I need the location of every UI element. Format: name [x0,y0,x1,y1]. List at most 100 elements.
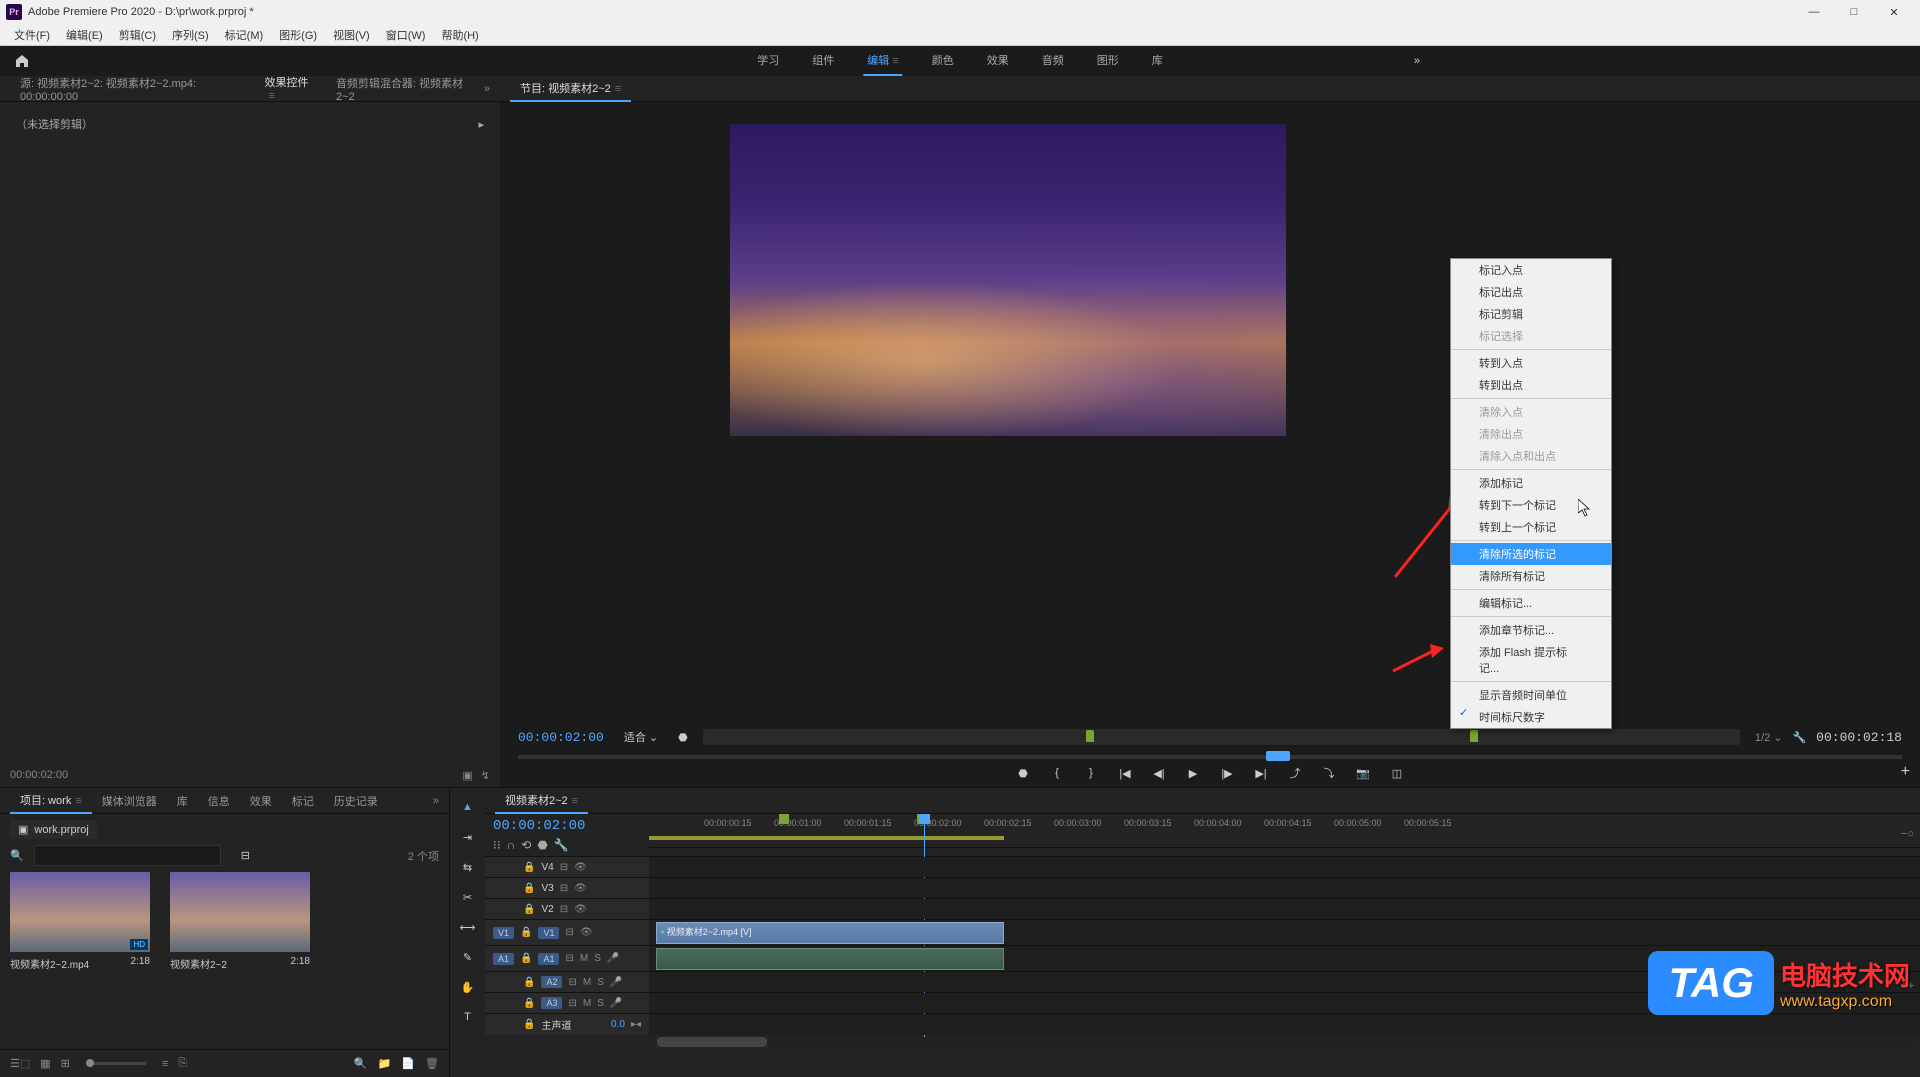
workspace-tab[interactable]: 音频 [1038,46,1068,76]
track-label[interactable]: A3 [541,997,562,1009]
add-button[interactable]: + [1901,763,1910,781]
type-tool[interactable]: T [457,1006,479,1028]
mute-icon[interactable]: M [583,977,591,988]
lock-icon[interactable]: 🔒 [523,977,535,988]
media-item[interactable]: HD视频素材2~2.mp42:18 [10,872,150,971]
timeline-timecode[interactable]: 00:00:02:00 [493,818,641,834]
context-menu-item[interactable]: 标记剪辑 [1451,303,1611,325]
program-scrubber[interactable] [518,755,1902,759]
link-icon[interactable]: ⟲ [521,838,531,852]
scrubber-handle[interactable] [1266,751,1290,761]
eye-icon[interactable]: 👁 [574,883,587,894]
go-to-in-button[interactable]: |◀ [1115,763,1135,783]
lock-icon[interactable]: 🔒 [520,927,532,938]
context-menu-item[interactable]: 标记出点 [1451,281,1611,303]
extract-button[interactable]: ⤵ [1319,763,1339,783]
delete-icon[interactable]: 🗑 [425,1057,439,1070]
context-menu-item[interactable]: 清除所选的标记 [1451,543,1611,565]
project-tab[interactable]: 历史记录 [324,789,388,813]
track-target[interactable]: A1 [493,953,514,965]
comparison-button[interactable]: ◫ [1387,763,1407,783]
video-clip[interactable]: ▪ 视频素材2~2.mp4 [V] [656,922,1004,944]
thumbnail-slider[interactable] [86,1062,146,1065]
marker-track-icon[interactable]: ⬣ [537,838,547,852]
go-to-out-button[interactable]: ▶| [1251,763,1271,783]
close-button[interactable]: ✕ [1874,0,1914,24]
workspace-tab[interactable]: 组件 [808,46,838,76]
track-label[interactable]: A1 [538,953,559,965]
lock-icon[interactable]: 🔒 [523,904,535,915]
project-tab[interactable]: 标记 [282,789,324,813]
mark-out-button[interactable]: } [1081,763,1101,783]
timeline-ruler[interactable]: 00:00:00:1500:00:01:0000:00:01:1500:00:0… [649,814,1920,848]
workspace-tab[interactable]: 效果 [983,46,1013,76]
settings-icon[interactable]: 🔧 [554,838,569,852]
step-forward-button[interactable]: |▶ [1217,763,1237,783]
pen-tool[interactable]: ✎ [457,946,479,968]
sync-lock-icon[interactable]: ⊟ [565,927,573,938]
sort-icon[interactable]: ≡ [162,1058,168,1070]
project-file[interactable]: ▣ work.prproj [10,820,97,839]
master-value[interactable]: 0.0 [611,1019,625,1030]
lock-icon[interactable]: 🔒 [520,953,532,964]
menu-item[interactable]: 标记(M) [217,25,272,45]
new-item-icon[interactable]: 📄 [401,1057,415,1070]
sync-lock-icon[interactable]: ⊟ [568,998,576,1009]
tab-program[interactable]: 节目: 视频素材2~2≡ [510,76,631,102]
panel-overflow[interactable]: » [433,795,439,807]
context-menu-item[interactable]: 标记入点 [1451,259,1611,281]
menu-item[interactable]: 窗口(W) [378,25,434,45]
sync-lock-icon[interactable]: ⊟ [565,953,573,964]
menu-item[interactable]: 图形(G) [271,25,325,45]
razor-tool[interactable]: ✂ [457,886,479,908]
sync-lock-icon[interactable]: ⊟ [560,883,568,894]
bin-icon[interactable]: ⊟ [241,849,250,862]
wrench-icon[interactable]: 🔧 [1792,731,1806,744]
overlay-icon[interactable]: ▣ [462,769,472,782]
program-timecode-right[interactable]: 00:00:02:18 [1816,730,1902,745]
wrench-icon[interactable]: ↯ [481,769,490,782]
automate-icon[interactable]: ⎘ [178,1057,187,1070]
audio-clip[interactable] [656,948,1004,970]
project-tab[interactable]: 媒体浏览器 [92,789,167,813]
context-menu-item[interactable]: 显示音频时间单位 [1451,684,1611,706]
project-tab[interactable]: 效果 [240,789,282,813]
context-menu-item[interactable]: 转到下一个标记 [1451,494,1611,516]
workspace-tab[interactable]: 图形 [1093,46,1123,76]
context-menu-item[interactable]: 转到入点 [1451,352,1611,374]
snap-icon[interactable]: ⁝⁝ [493,838,501,852]
voice-icon[interactable]: 🎤 [607,953,619,964]
workspace-tab[interactable]: 学习 [753,46,783,76]
program-marker-bar[interactable] [703,729,1740,745]
track-target[interactable]: V1 [493,927,514,939]
context-menu-item[interactable]: 清除所有标记 [1451,565,1611,587]
icon-view-icon[interactable]: ▦ [40,1057,50,1070]
maximize-button[interactable]: □ [1834,0,1874,24]
menu-item[interactable]: 文件(F) [6,25,58,45]
list-view-icon[interactable]: ☰⬚ [10,1057,30,1070]
home-icon[interactable] [10,49,34,73]
eye-icon[interactable]: 👁 [574,862,587,873]
search-icon[interactable]: 🔍 [10,849,24,862]
timeline-scrollbar[interactable] [657,1037,1912,1047]
voice-icon[interactable]: 🎤 [610,977,622,988]
step-back-button[interactable]: ◀| [1149,763,1169,783]
sync-lock-icon[interactable]: ⊟ [568,977,576,988]
context-menu-item[interactable]: 转到上一个标记 [1451,516,1611,538]
menu-item[interactable]: 视图(V) [325,25,378,45]
chevron-right-icon[interactable]: ▸ [478,118,484,131]
menu-item[interactable]: 帮助(H) [433,25,486,45]
tab-sequence[interactable]: 视频素材2~2≡ [495,788,588,814]
lock-icon[interactable]: 🔒 [523,862,535,873]
sync-lock-icon[interactable]: ⊟ [560,862,568,873]
export-frame-button[interactable]: 📷 [1353,763,1373,783]
new-bin-icon[interactable]: 📁 [378,1057,392,1070]
solo-icon[interactable]: S [594,953,601,964]
eye-icon[interactable]: 👁 [580,927,593,938]
freeform-view-icon[interactable]: ⊞ [61,1057,70,1070]
add-marker-button[interactable]: ⬣ [1013,763,1033,783]
menu-item[interactable]: 序列(S) [164,25,217,45]
mark-in-button[interactable]: { [1047,763,1067,783]
media-item[interactable]: 视频素材2~22:18 [170,872,310,971]
slip-tool[interactable]: ⟷ [457,916,479,938]
